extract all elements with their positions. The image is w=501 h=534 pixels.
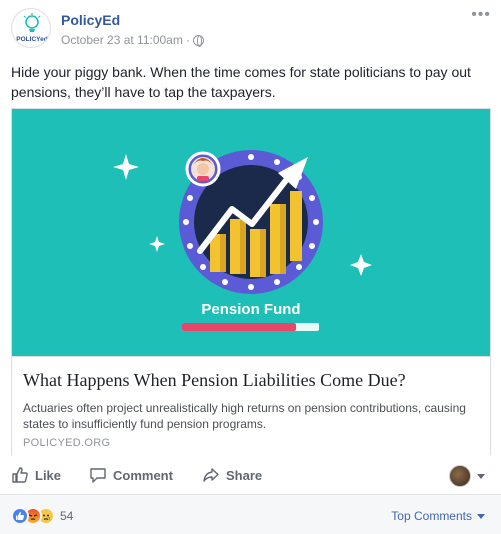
post-meta: October 23 at 11:00am · — [61, 33, 204, 47]
pension-badge — [179, 150, 323, 294]
caret-down-icon — [477, 513, 485, 519]
page-avatar[interactable]: POLICYed — [11, 8, 51, 48]
comment-label: Comment — [113, 467, 173, 483]
meta-separator: · — [185, 33, 190, 47]
link-domain: POLICYED.ORG — [23, 437, 111, 449]
share-icon — [203, 468, 219, 482]
like-label: Like — [35, 467, 62, 483]
page-name[interactable]: PolicyEd — [61, 12, 120, 28]
funding-progress-fill — [182, 323, 296, 331]
reaction-count[interactable]: 54 — [60, 509, 73, 523]
post-timestamp[interactable]: October 23 at 11:00am — [61, 33, 183, 47]
post-footer: 54 Top Comments — [0, 495, 501, 534]
caret-down-icon[interactable] — [477, 474, 485, 479]
viewer-avatar[interactable] — [449, 465, 471, 487]
link-title[interactable]: What Happens When Pension Liabilities Co… — [23, 370, 406, 391]
post-text: Hide your piggy bank. When the time come… — [11, 64, 471, 100]
reaction-summary[interactable]: 54 — [11, 507, 73, 525]
facebook-post: POLICYed PolicyEd October 23 at 11:00am … — [0, 0, 501, 534]
more-options-icon[interactable]: ••• — [471, 6, 491, 24]
policyed-logo: POLICYed — [16, 13, 48, 43]
comment-sort-label: Top Comments — [391, 509, 472, 523]
post-actions: Like Comment Share — [0, 460, 501, 492]
logo-text: POLICYed — [16, 36, 47, 43]
link-preview-card[interactable]: Pension Fund What Happens When Pension L… — [11, 108, 491, 455]
sparkle-icon — [149, 236, 165, 252]
like-button[interactable]: Like — [11, 466, 61, 484]
sparkle-icon — [350, 254, 372, 276]
like-icon — [12, 467, 28, 483]
link-preview-body[interactable]: What Happens When Pension Liabilities Co… — [12, 356, 490, 455]
share-label: Share — [226, 467, 263, 483]
like-reaction-icon — [11, 507, 29, 525]
share-button[interactable]: Share — [202, 466, 262, 484]
comment-button[interactable]: Comment — [89, 466, 173, 484]
comment-icon — [90, 468, 106, 483]
link-preview-image[interactable]: Pension Fund — [12, 109, 490, 356]
sparkle-icon — [113, 154, 139, 180]
link-description: Actuaries often project unrealistically … — [23, 401, 466, 431]
pension-fund-illustration: Pension Fund — [113, 150, 372, 331]
comment-sort-dropdown[interactable]: Top Comments — [391, 509, 485, 523]
image-caption: Pension Fund — [201, 301, 300, 318]
globe-icon — [192, 34, 204, 47]
